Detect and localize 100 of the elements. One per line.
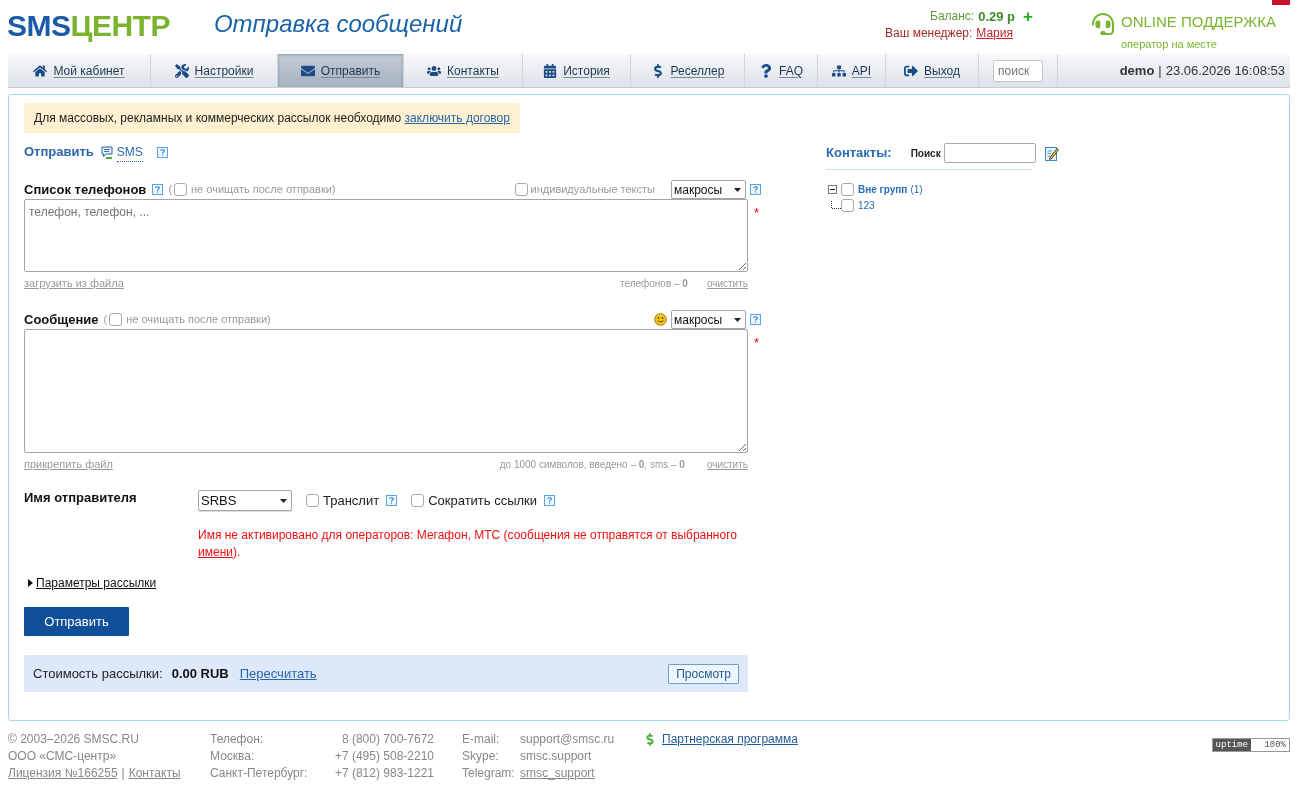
warning-text: Имя не активировано для операторов: Мегафон, МТС (сообщения не отправятся от выбранного имени). xyxy=(198,527,738,561)
checkbox-label: индивидуальные тексты xyxy=(530,182,655,198)
search-label: Поиск xyxy=(910,146,941,161)
checkbox[interactable] xyxy=(841,198,854,212)
collapse-icon[interactable] xyxy=(828,184,837,194)
triangle-icon[interactable] xyxy=(28,579,33,587)
partner-link[interactable]: Партнерская программа xyxy=(662,731,798,748)
paren-text: ( xyxy=(168,182,173,198)
license-link[interactable]: Лицензия №166255 xyxy=(8,765,118,782)
help-icon[interactable] xyxy=(152,184,164,195)
group-count: (1) xyxy=(910,182,923,197)
message-field[interactable] xyxy=(24,329,748,453)
message-label: Сообщение xyxy=(24,310,99,329)
search-field[interactable]: поиск xyxy=(993,59,1043,82)
contacts-link[interactable]: Контакты xyxy=(128,765,181,782)
checkbox-label: не очищать после отправки) xyxy=(191,182,336,198)
paren-text: ( xyxy=(103,312,108,328)
phones-label: Список телефонов xyxy=(24,180,147,199)
macros-select[interactable]: макросы xyxy=(671,180,746,199)
cost-label: Стоимость рассылки: xyxy=(33,664,163,683)
sms-type-link[interactable]: SMS xyxy=(116,142,143,162)
checkbox[interactable] xyxy=(174,183,188,196)
page-title: Отправка сообщений xyxy=(213,9,463,39)
phone-label: Телефон: xyxy=(210,731,264,748)
nav-tab[interactable]: Контакты xyxy=(404,54,523,87)
edit-icon[interactable] xyxy=(1044,145,1059,161)
nav-tab[interactable]: Отправить xyxy=(278,54,404,87)
nav-tab[interactable]: Реселлер xyxy=(631,54,745,87)
params-link[interactable]: Параметры рассылки xyxy=(36,574,157,592)
nav-tab[interactable]: История xyxy=(523,54,631,87)
balance-value: 0.29 р xyxy=(978,8,1016,25)
sitemap-icon xyxy=(831,63,846,78)
phone-label: Москва: xyxy=(210,748,255,765)
copyright-text: © 2003–2026 SMSC.RU xyxy=(8,731,139,748)
phone-number: +7 (495) 508-2210 xyxy=(334,748,434,765)
nav-tab[interactable]: FAQ xyxy=(745,54,818,87)
phone-label: Санкт-Петербург: xyxy=(210,765,308,782)
counter-text: телефонов – 0 xyxy=(619,276,688,291)
checkbox[interactable] xyxy=(411,494,425,507)
nav-tab[interactable]: Мой кабинет xyxy=(8,54,151,87)
name-link[interactable]: имени xyxy=(198,545,233,559)
user-name[interactable]: demo xyxy=(1119,60,1155,81)
headset-icon xyxy=(1092,12,1114,36)
checkbox-label: не очищать после отправки) xyxy=(126,312,271,328)
caret-icon xyxy=(734,317,741,322)
contact-type-label: E-mail: xyxy=(462,731,500,748)
counter-text: до 1000 символов, введено – 0, sms – 0 xyxy=(499,457,685,472)
dollar-icon xyxy=(645,733,655,746)
contact-value-link[interactable]: smsc_support xyxy=(520,765,595,782)
contact-value: support@smsc.ru xyxy=(520,731,615,748)
manager-label: Ваш менеджер: xyxy=(885,25,973,42)
divider-text: | xyxy=(121,765,125,782)
contact-type-label: Telegram: xyxy=(462,765,515,782)
send-button[interactable]: Отправить xyxy=(24,607,129,636)
option-label: Сократить ссылки xyxy=(428,491,538,510)
help-icon[interactable] xyxy=(156,146,168,158)
datetime-text: 23.06.2026 16:08:53 xyxy=(1165,61,1285,80)
contact-type-label: Skype: xyxy=(462,748,499,765)
group-label[interactable]: Вне групп xyxy=(858,181,908,197)
logo[interactable]: SMSЦЕНТР xyxy=(7,11,170,41)
checkbox[interactable] xyxy=(841,182,854,196)
checkbox[interactable] xyxy=(514,183,528,196)
smiley-icon[interactable] xyxy=(654,313,667,326)
chat-bubble-icon xyxy=(100,145,113,159)
corner-flag-icon xyxy=(1272,0,1290,5)
phone-number: +7 (812) 983-1221 xyxy=(334,765,434,782)
contract-link[interactable]: заключить договор xyxy=(404,111,510,125)
contact-value: smsc.support xyxy=(520,748,592,765)
nav-tab[interactable]: Выход xyxy=(886,54,979,87)
tools-icon xyxy=(174,63,189,78)
preview-button[interactable]: Просмотр xyxy=(668,663,739,684)
checkbox[interactable] xyxy=(306,494,319,507)
send-label: Отправить xyxy=(24,143,94,162)
home-icon xyxy=(33,63,48,78)
manager-link[interactable]: Мария xyxy=(976,25,1013,42)
help-icon[interactable] xyxy=(750,184,761,195)
uptime-badge[interactable]: uptime 100% xyxy=(1211,738,1290,752)
question-icon xyxy=(759,63,773,78)
macros-select[interactable]: макросы xyxy=(671,310,746,329)
tree-line-icon xyxy=(831,201,841,209)
sender-label: Имя отправителя xyxy=(24,488,138,507)
cost-value: 0.00 RUB xyxy=(171,664,229,683)
contact-label[interactable]: 123 xyxy=(858,197,875,213)
recalculate-link[interactable]: Пересчитать xyxy=(239,663,317,684)
help-icon[interactable] xyxy=(544,495,556,506)
contacts-title: Контакты: xyxy=(826,144,892,163)
help-icon[interactable] xyxy=(386,495,398,506)
required-mark: * xyxy=(754,336,760,346)
option-label: Транслит xyxy=(323,491,380,510)
contacts-search-field[interactable] xyxy=(943,143,1036,163)
sender-select[interactable]: SRBS xyxy=(198,490,292,511)
phone-list-field[interactable]: телефон, телефон, ... xyxy=(24,199,748,272)
phone-number: 8 (800) 700-7672 xyxy=(341,731,434,748)
checkbox[interactable] xyxy=(109,313,123,326)
help-icon[interactable] xyxy=(750,314,761,325)
caret-icon xyxy=(280,498,287,503)
notice-text: Для массовых, рекламных и коммерческих рассылок необходимо заключить договор xyxy=(34,110,510,127)
balance-label: Баланс: xyxy=(930,8,975,25)
nav-tab[interactable]: API xyxy=(818,54,886,87)
divider-text: | xyxy=(1158,61,1162,80)
